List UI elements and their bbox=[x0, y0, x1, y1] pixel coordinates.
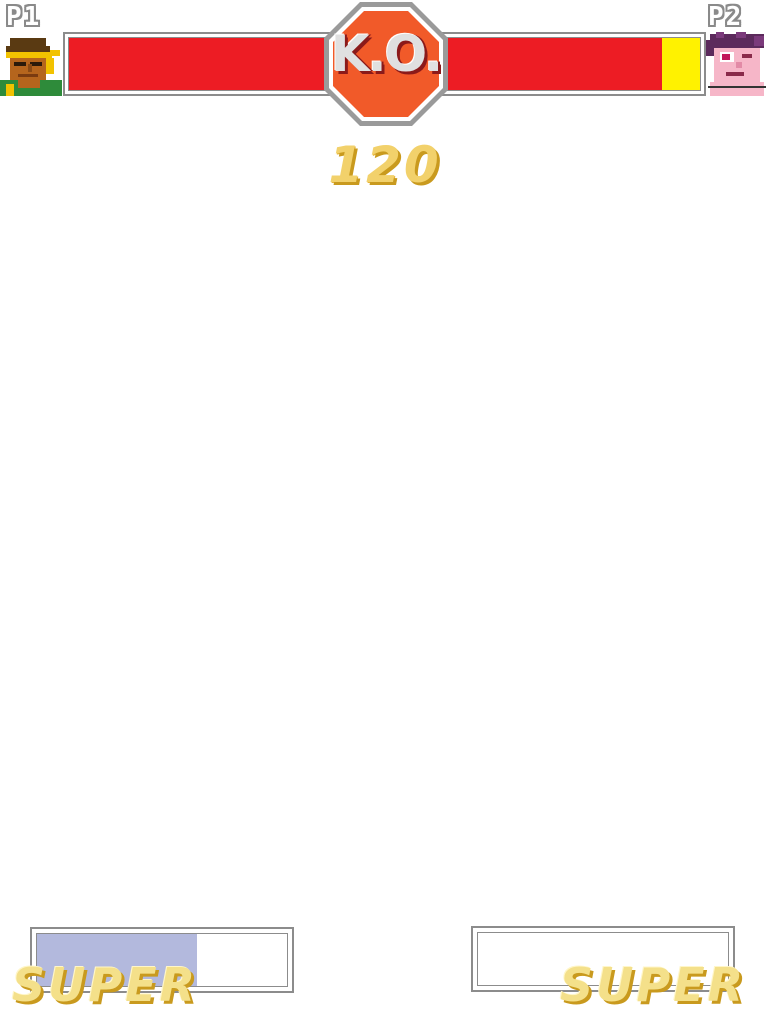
p1-tag: P1 bbox=[6, 2, 42, 32]
p2-tag: P2 bbox=[708, 2, 744, 32]
p2-super-label: SUPER bbox=[560, 958, 747, 1012]
p1-super-label: SUPER bbox=[12, 958, 199, 1012]
p1-portrait bbox=[0, 36, 62, 96]
ko-label: K.O. bbox=[330, 25, 443, 83]
round-timer: 120 bbox=[328, 136, 442, 194]
p2-health-fill bbox=[661, 38, 700, 90]
p1-health-bar bbox=[63, 32, 333, 96]
p2-portrait bbox=[706, 32, 768, 96]
p1-avatar-icon bbox=[0, 38, 62, 96]
p2-health-track bbox=[443, 37, 701, 91]
p2-health-bar bbox=[438, 32, 706, 96]
ko-badge: K.O. bbox=[322, 0, 450, 128]
p2-avatar-icon bbox=[706, 32, 766, 96]
p1-health-track bbox=[68, 37, 328, 91]
